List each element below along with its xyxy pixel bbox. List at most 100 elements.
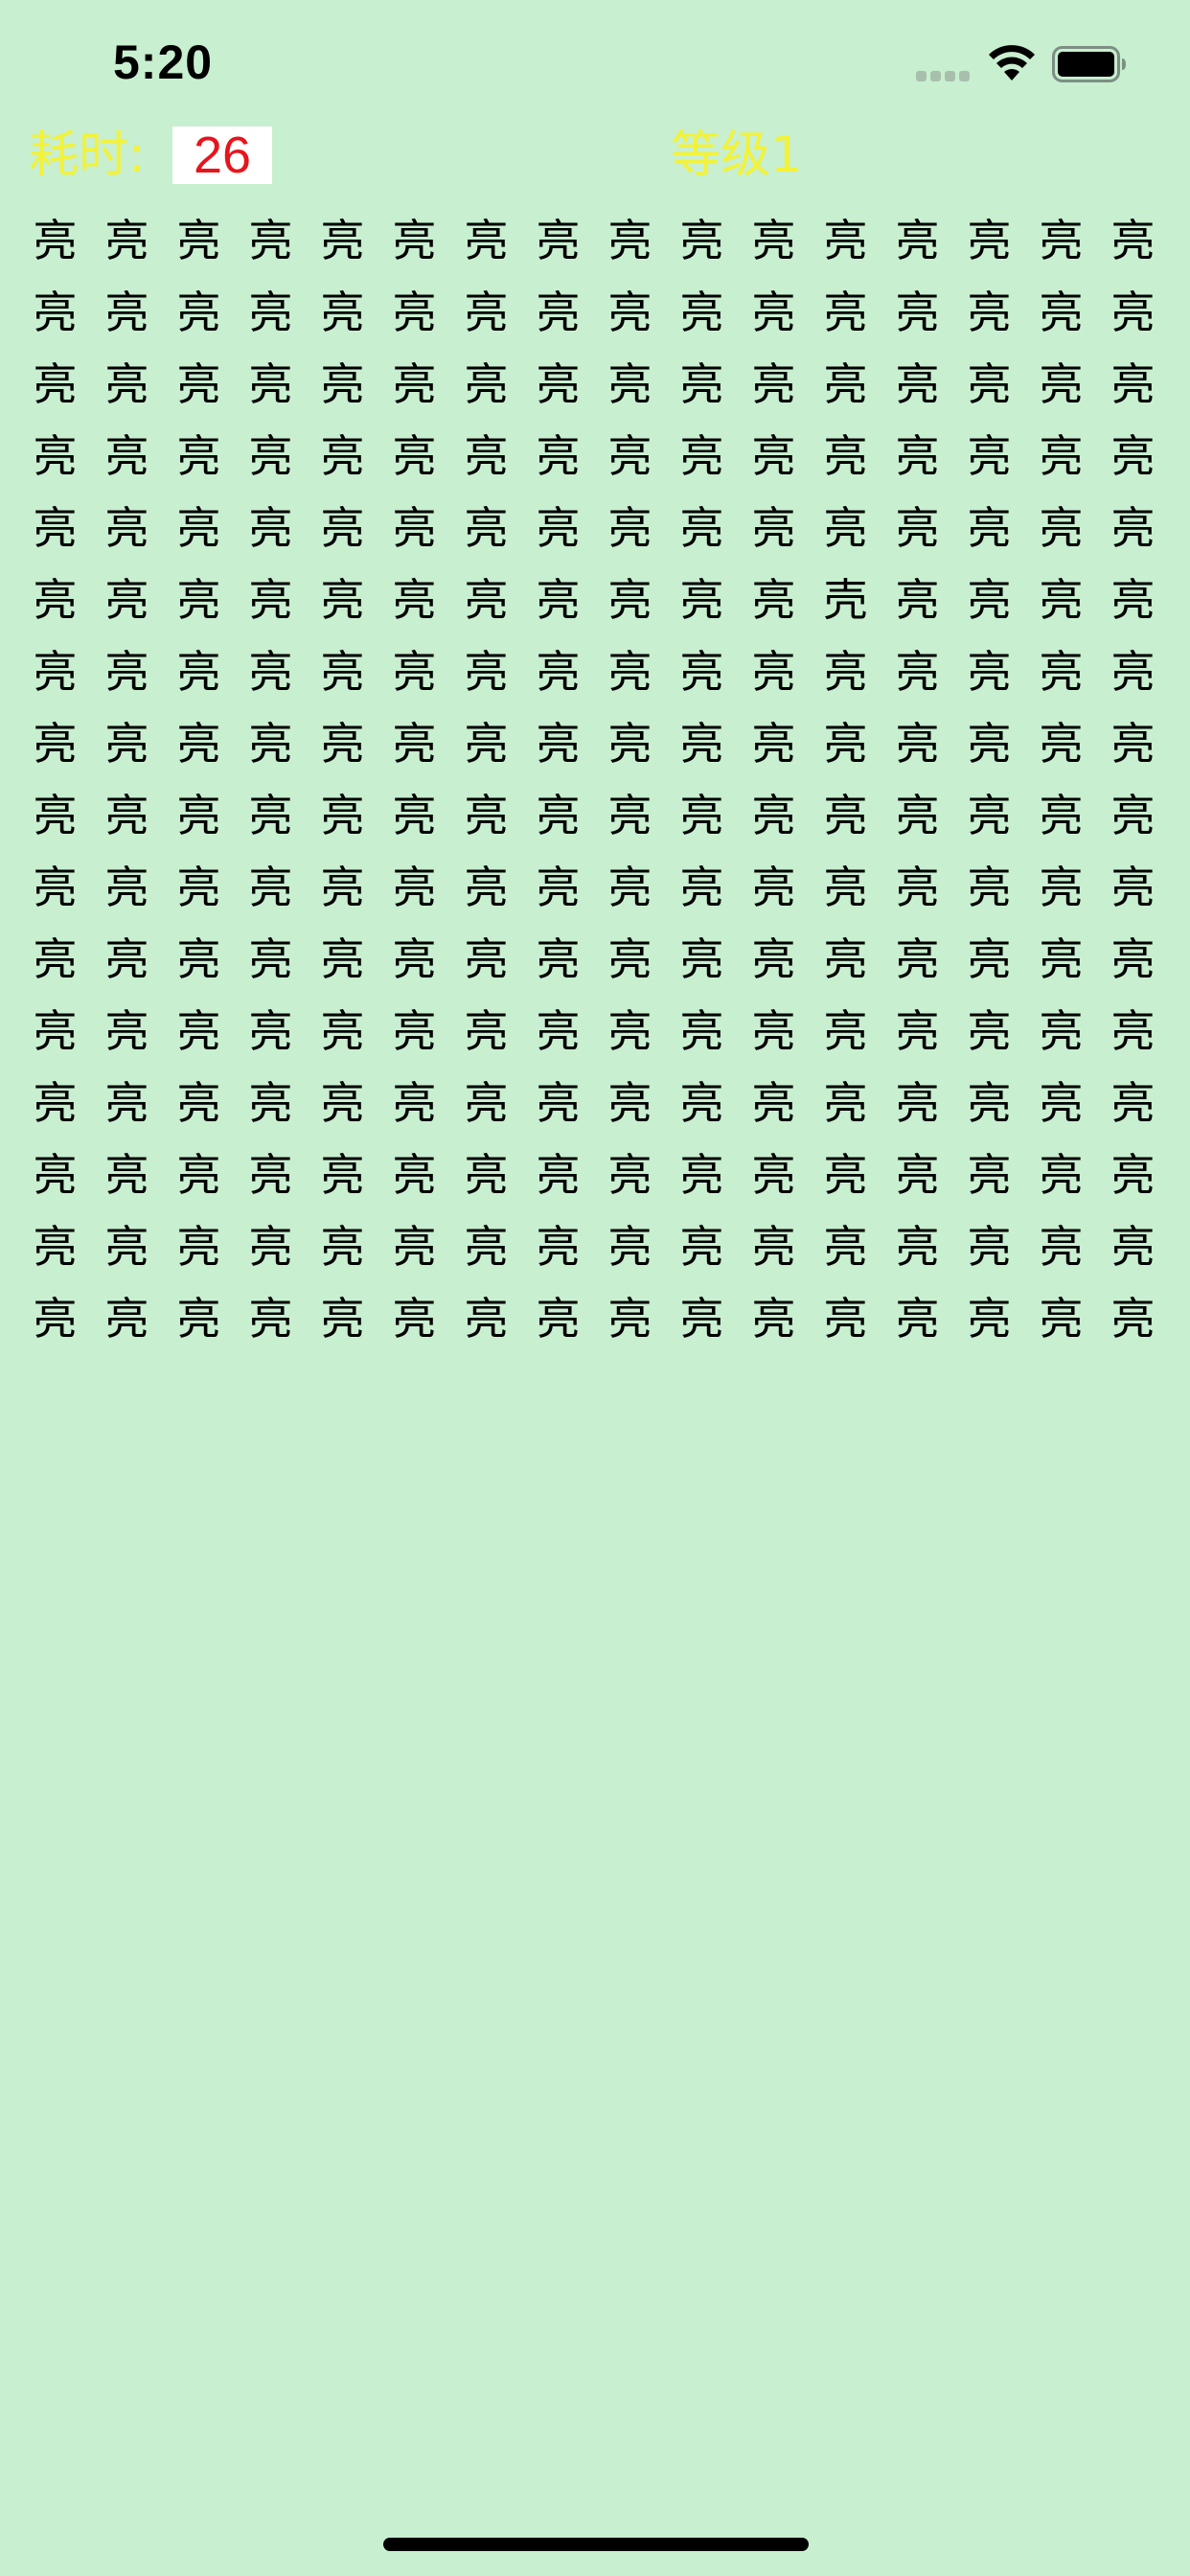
- grid-cell[interactable]: 亮: [1025, 996, 1097, 1068]
- grid-cell[interactable]: 亮: [810, 205, 881, 277]
- grid-cell[interactable]: 亮: [738, 277, 810, 349]
- grid-cell[interactable]: 亮: [1025, 636, 1097, 708]
- grid-cell[interactable]: 亮: [378, 1211, 450, 1283]
- grid-cell[interactable]: 亮: [881, 852, 953, 924]
- grid-cell[interactable]: 亮: [666, 277, 738, 349]
- grid-cell[interactable]: 亮: [738, 205, 810, 277]
- grid-cell[interactable]: 亮: [163, 1211, 235, 1283]
- grid-cell[interactable]: 亮: [881, 1139, 953, 1211]
- grid-cell[interactable]: 亮: [91, 996, 163, 1068]
- grid-cell[interactable]: 亮: [1025, 277, 1097, 349]
- grid-cell[interactable]: 亮: [91, 708, 163, 780]
- grid-cell[interactable]: 亮: [881, 421, 953, 493]
- grid-cell[interactable]: 亮: [1097, 996, 1169, 1068]
- grid-cell[interactable]: 亮: [1025, 780, 1097, 852]
- grid-cell[interactable]: 亮: [1097, 780, 1169, 852]
- grid-cell[interactable]: 亮: [307, 996, 378, 1068]
- grid-cell[interactable]: 亮: [1025, 1139, 1097, 1211]
- grid-cell[interactable]: 亮: [378, 349, 450, 421]
- grid-cell[interactable]: 亮: [522, 277, 594, 349]
- grid-cell[interactable]: 亮: [738, 421, 810, 493]
- grid-cell[interactable]: 亮: [594, 205, 666, 277]
- grid-cell[interactable]: 亮: [666, 780, 738, 852]
- grid-cell[interactable]: 亮: [522, 205, 594, 277]
- grid-cell[interactable]: 亮: [307, 852, 378, 924]
- grid-cell[interactable]: 亮: [594, 780, 666, 852]
- grid-cell[interactable]: 亮: [881, 493, 953, 564]
- grid-cell[interactable]: 亮: [1025, 564, 1097, 636]
- grid-cell-odd[interactable]: 壳: [810, 564, 881, 636]
- grid-cell[interactable]: 亮: [738, 1068, 810, 1139]
- grid-cell[interactable]: 亮: [450, 852, 522, 924]
- grid-cell[interactable]: 亮: [666, 1139, 738, 1211]
- grid-cell[interactable]: 亮: [378, 277, 450, 349]
- grid-cell[interactable]: 亮: [91, 1139, 163, 1211]
- grid-cell[interactable]: 亮: [1097, 852, 1169, 924]
- grid-cell[interactable]: 亮: [91, 1211, 163, 1283]
- grid-cell[interactable]: 亮: [810, 780, 881, 852]
- grid-cell[interactable]: 亮: [953, 493, 1025, 564]
- grid-cell[interactable]: 亮: [307, 924, 378, 996]
- grid-cell[interactable]: 亮: [1097, 421, 1169, 493]
- grid-cell[interactable]: 亮: [235, 708, 307, 780]
- grid-cell[interactable]: 亮: [666, 996, 738, 1068]
- grid-cell[interactable]: 亮: [881, 205, 953, 277]
- grid-cell[interactable]: 亮: [522, 1211, 594, 1283]
- grid-cell[interactable]: 亮: [163, 493, 235, 564]
- grid-cell[interactable]: 亮: [450, 924, 522, 996]
- grid-cell[interactable]: 亮: [450, 421, 522, 493]
- grid-cell[interactable]: 亮: [522, 1283, 594, 1355]
- grid-cell[interactable]: 亮: [235, 780, 307, 852]
- grid-cell[interactable]: 亮: [594, 1283, 666, 1355]
- grid-cell[interactable]: 亮: [163, 996, 235, 1068]
- grid-cell[interactable]: 亮: [522, 1068, 594, 1139]
- grid-cell[interactable]: 亮: [953, 564, 1025, 636]
- grid-cell[interactable]: 亮: [307, 636, 378, 708]
- grid-cell[interactable]: 亮: [378, 564, 450, 636]
- grid-cell[interactable]: 亮: [1097, 1211, 1169, 1283]
- grid-cell[interactable]: 亮: [307, 708, 378, 780]
- grid-cell[interactable]: 亮: [953, 852, 1025, 924]
- grid-cell[interactable]: 亮: [1097, 636, 1169, 708]
- grid-cell[interactable]: 亮: [450, 277, 522, 349]
- grid-cell[interactable]: 亮: [594, 421, 666, 493]
- grid-cell[interactable]: 亮: [450, 780, 522, 852]
- grid-cell[interactable]: 亮: [1097, 277, 1169, 349]
- grid-cell[interactable]: 亮: [594, 924, 666, 996]
- grid-cell[interactable]: 亮: [378, 708, 450, 780]
- grid-cell[interactable]: 亮: [522, 421, 594, 493]
- grid-cell[interactable]: 亮: [666, 205, 738, 277]
- grid-cell[interactable]: 亮: [163, 421, 235, 493]
- home-indicator[interactable]: [383, 2538, 809, 2551]
- grid-cell[interactable]: 亮: [19, 996, 91, 1068]
- grid-cell[interactable]: 亮: [1097, 493, 1169, 564]
- grid-cell[interactable]: 亮: [307, 1283, 378, 1355]
- grid-cell[interactable]: 亮: [19, 636, 91, 708]
- grid-cell[interactable]: 亮: [666, 1283, 738, 1355]
- grid-cell[interactable]: 亮: [738, 996, 810, 1068]
- grid-cell[interactable]: 亮: [235, 564, 307, 636]
- grid-cell[interactable]: 亮: [810, 636, 881, 708]
- grid-cell[interactable]: 亮: [378, 996, 450, 1068]
- grid-cell[interactable]: 亮: [738, 780, 810, 852]
- grid-cell[interactable]: 亮: [666, 924, 738, 996]
- grid-cell[interactable]: 亮: [307, 349, 378, 421]
- grid-cell[interactable]: 亮: [953, 1211, 1025, 1283]
- grid-cell[interactable]: 亮: [235, 349, 307, 421]
- grid-cell[interactable]: 亮: [594, 564, 666, 636]
- grid-cell[interactable]: 亮: [450, 349, 522, 421]
- grid-cell[interactable]: 亮: [19, 564, 91, 636]
- grid-cell[interactable]: 亮: [91, 564, 163, 636]
- grid-cell[interactable]: 亮: [881, 1211, 953, 1283]
- grid-cell[interactable]: 亮: [450, 636, 522, 708]
- grid-cell[interactable]: 亮: [91, 924, 163, 996]
- grid-cell[interactable]: 亮: [307, 564, 378, 636]
- grid-cell[interactable]: 亮: [235, 852, 307, 924]
- grid-cell[interactable]: 亮: [666, 349, 738, 421]
- grid-cell[interactable]: 亮: [810, 493, 881, 564]
- grid-cell[interactable]: 亮: [1025, 421, 1097, 493]
- grid-cell[interactable]: 亮: [19, 1283, 91, 1355]
- grid-cell[interactable]: 亮: [810, 1068, 881, 1139]
- grid-cell[interactable]: 亮: [163, 205, 235, 277]
- grid-cell[interactable]: 亮: [594, 1068, 666, 1139]
